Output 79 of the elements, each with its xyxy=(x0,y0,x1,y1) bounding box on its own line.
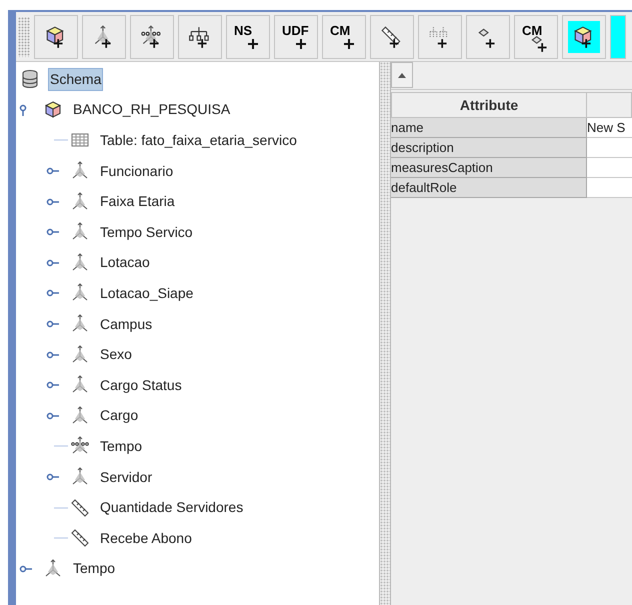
expand-handle-icon[interactable] xyxy=(46,320,60,328)
tree-item[interactable]: Lotacao xyxy=(98,251,152,274)
database-icon xyxy=(20,69,40,90)
scroll-up-button[interactable] xyxy=(391,62,413,88)
tree-item[interactable]: Cargo Status xyxy=(98,374,184,397)
button-label: NS xyxy=(234,22,252,40)
axes-icon xyxy=(70,161,90,182)
button-label: UDF xyxy=(282,22,309,40)
expand-handle-icon[interactable] xyxy=(46,228,60,236)
plus-icon xyxy=(296,38,306,48)
tree-item[interactable]: Tempo Servico xyxy=(98,220,195,244)
table-cell: defaultRole xyxy=(391,178,587,198)
tree-item[interactable]: Cargo xyxy=(98,404,140,428)
tree-line xyxy=(54,139,68,142)
button-label: CM xyxy=(522,22,542,40)
toolbar-button[interactable]: CM xyxy=(514,14,558,58)
toolbar-button[interactable] xyxy=(82,14,126,58)
expand-handle-icon[interactable] xyxy=(46,198,60,206)
tree-item[interactable]: Lotacao_Siape xyxy=(98,282,196,305)
plus-icon xyxy=(248,38,258,48)
tree-item[interactable]: Tempo xyxy=(98,434,144,458)
toolbar-button[interactable] xyxy=(34,14,78,58)
tree-item[interactable]: Quantidade Servidores xyxy=(98,496,246,520)
expand-handle-icon[interactable] xyxy=(46,381,60,390)
axes-icon xyxy=(70,314,90,334)
table-cell[interactable] xyxy=(587,178,632,198)
toolbar-button[interactable]: UDF xyxy=(274,14,318,58)
expand-handle-icon[interactable] xyxy=(46,473,60,482)
table-cell: measuresCaption xyxy=(391,158,587,178)
tree-item[interactable]: Schema xyxy=(48,68,104,91)
table-cell: name xyxy=(391,118,587,138)
expand-handle-icon[interactable] xyxy=(46,258,60,267)
toolbar-button[interactable] xyxy=(370,14,414,58)
axes-icon xyxy=(70,222,90,242)
axes-icon xyxy=(70,344,90,365)
axes-icon xyxy=(70,375,90,396)
toolbar-button[interactable] xyxy=(466,14,510,58)
column-header[interactable]: Attribute xyxy=(391,92,587,118)
axes-icon xyxy=(43,558,63,579)
cube-icon xyxy=(43,100,63,120)
toolbar-grip[interactable] xyxy=(18,16,30,56)
ruler-icon xyxy=(70,498,90,518)
tree-item[interactable]: Servidor xyxy=(98,466,154,489)
axes-icon xyxy=(70,283,90,304)
toolbar-button[interactable]: NS xyxy=(226,14,270,58)
axes-icon xyxy=(70,406,90,426)
ruler-icon xyxy=(70,528,90,548)
tree-item[interactable]: Faixa Etaria xyxy=(98,190,177,214)
axes-icon xyxy=(70,192,90,212)
tree-line xyxy=(54,445,68,448)
tree-item[interactable]: Campus xyxy=(98,312,154,336)
expand-handle-icon[interactable] xyxy=(46,289,60,298)
plus-icon xyxy=(344,38,354,48)
tree-item[interactable]: BANCO_RH_PESQUISA xyxy=(71,98,232,122)
tree-item[interactable]: Tempo xyxy=(71,557,118,580)
button-label: CM xyxy=(330,22,350,40)
tree-item[interactable]: Funcionario xyxy=(98,160,176,183)
tree-item[interactable]: Table: fato_faixa_etaria_servico xyxy=(98,128,299,152)
toolbar-button[interactable] xyxy=(562,14,606,58)
toolbar-button[interactable] xyxy=(130,14,174,58)
axes-icon xyxy=(70,252,90,273)
expand-handle-icon[interactable] xyxy=(46,350,60,359)
tree-item[interactable]: Sexo xyxy=(98,343,134,366)
table-cell[interactable]: New S xyxy=(587,118,632,138)
tree-line xyxy=(54,537,68,540)
tree-line xyxy=(54,506,68,509)
toolbar-button[interactable] xyxy=(178,14,222,58)
expand-handle-icon[interactable] xyxy=(46,412,60,420)
splitter-handle[interactable] xyxy=(380,62,390,605)
table-cell: description xyxy=(391,138,587,158)
tree-item[interactable]: Recebe Abono xyxy=(98,526,194,550)
expand-handle-icon[interactable] xyxy=(46,167,60,176)
table-cell[interactable] xyxy=(587,138,632,158)
table-cell[interactable] xyxy=(587,158,632,178)
up-arrow-icon xyxy=(398,72,406,78)
axes-icon xyxy=(70,436,90,456)
axes-icon xyxy=(70,467,90,488)
expand-handle-icon[interactable] xyxy=(19,564,33,573)
toolbar-button[interactable]: CM xyxy=(322,14,366,58)
